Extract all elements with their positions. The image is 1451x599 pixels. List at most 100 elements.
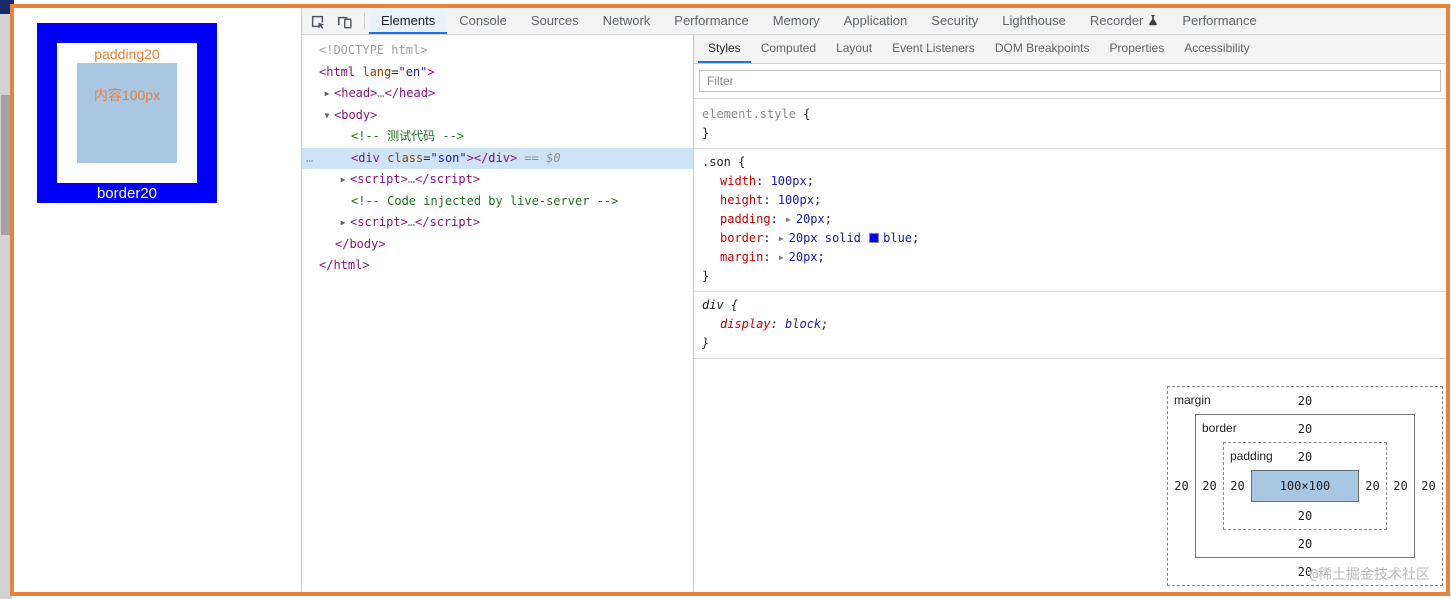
code-token: }: [702, 126, 710, 140]
box-model-diagram: margin 20 20 border 20 20 padding 20 20 …: [1167, 386, 1443, 586]
devtools-tab-application[interactable]: Application: [832, 8, 920, 34]
css-property-name[interactable]: border: [720, 231, 763, 245]
css-property[interactable]: padding: ▶ 20px;: [702, 210, 1438, 229]
styles-tab-computed[interactable]: Computed: [751, 35, 826, 63]
styles-tab-properties[interactable]: Properties: [1100, 35, 1175, 63]
dom-node[interactable]: <!-- Code injected by live-server -->: [302, 191, 693, 213]
padding-label: padding: [1230, 449, 1273, 463]
styles-tab-styles[interactable]: Styles: [698, 35, 751, 63]
dom-node[interactable]: ▶ <script>…</script>: [302, 212, 693, 234]
border-right-value[interactable]: 20: [1387, 442, 1414, 530]
devtools-toolbar: Elements Console Sources Network Performance…: [302, 8, 1446, 35]
code-token: {: [795, 107, 811, 121]
code-token: </body>: [335, 236, 386, 251]
dom-node[interactable]: <html lang="en">: [302, 62, 693, 84]
css-property-value[interactable]: 100px: [778, 193, 814, 207]
page-scrollbar-thumb[interactable]: [1, 95, 11, 235]
dom-node[interactable]: <!-- 测试代码 -->: [302, 126, 693, 148]
css-property-value[interactable]: block: [785, 317, 821, 331]
devtools-tab-recorder[interactable]: Recorder: [1078, 8, 1170, 34]
devtools-tab-performance[interactable]: Performance: [662, 8, 760, 34]
border-left-value[interactable]: 20: [1196, 442, 1223, 530]
css-property[interactable]: display: block;: [702, 315, 1438, 334]
tab-label: Computed: [760, 41, 817, 55]
css-property-name[interactable]: display: [720, 317, 771, 331]
css-property[interactable]: height: 100px;: [702, 191, 1438, 210]
css-property-value[interactable]: blue: [883, 231, 912, 245]
expand-arrow-icon[interactable]: ▶: [336, 169, 350, 191]
dom-node[interactable]: ▶ <script>…</script>: [302, 169, 693, 191]
padding-bottom-value[interactable]: 20: [1224, 502, 1386, 529]
devtools-tab-console[interactable]: Console: [447, 8, 519, 34]
dom-node[interactable]: <!DOCTYPE html>: [302, 40, 693, 62]
dom-node[interactable]: ▶ <head>…</head>: [302, 83, 693, 105]
box-model-content-region[interactable]: 100×100: [1251, 470, 1359, 502]
padding-left-value[interactable]: 20: [1224, 470, 1251, 502]
color-swatch[interactable]: [869, 233, 880, 243]
expand-shorthand-icon[interactable]: ▶: [779, 248, 784, 267]
border-bottom-value[interactable]: 20: [1196, 530, 1414, 557]
devtools-tab-sources[interactable]: Sources: [519, 8, 591, 34]
expand-arrow-icon[interactable]: ▶: [336, 212, 350, 234]
css-property[interactable]: width: 100px;: [702, 172, 1438, 191]
css-property-name[interactable]: padding: [720, 212, 771, 226]
code-token: >: [427, 64, 435, 79]
dom-node[interactable]: </body>: [302, 234, 693, 256]
code-token: <div: [351, 150, 380, 165]
css-selector[interactable]: .son: [702, 155, 731, 169]
code-token: </head>: [384, 86, 436, 100]
expand-shorthand-icon[interactable]: ▶: [786, 210, 791, 229]
css-property-name[interactable]: height: [720, 193, 763, 207]
padding-right-value[interactable]: 20: [1359, 470, 1386, 502]
devtools-tab-elements[interactable]: Elements: [369, 8, 448, 34]
devtools-tab-security[interactable]: Security: [919, 8, 990, 34]
inspect-element-icon[interactable]: [310, 14, 325, 29]
box-model-border-region[interactable]: border 20 20 padding 20 20 100×100 20 20…: [1195, 414, 1415, 558]
code-token: …: [407, 215, 416, 229]
margin-left-value[interactable]: 20: [1168, 414, 1195, 558]
code-token: }: [702, 269, 710, 283]
margin-right-value[interactable]: 20: [1415, 414, 1442, 558]
css-property-value[interactable]: 20px: [796, 212, 825, 226]
styles-tab-dom-breakpoints[interactable]: DOM Breakpoints: [985, 35, 1100, 63]
expand-shorthand-icon[interactable]: ▶: [779, 229, 784, 248]
css-property-value[interactable]: 20px: [789, 250, 818, 264]
devtools-panels: <!DOCTYPE html> <html lang="en"> ▶ <head>…<…: [302, 35, 1446, 592]
tab-label: Lighthouse: [1002, 12, 1066, 28]
code-token: </html>: [319, 258, 370, 272]
code-token: }: [702, 336, 710, 350]
tab-label: Properties: [1109, 41, 1165, 55]
box-model-margin-region[interactable]: margin 20 20 border 20 20 padding 20 20 …: [1167, 386, 1443, 586]
page-scrollbar-track[interactable]: [0, 14, 12, 599]
box-model-padding-region[interactable]: padding 20 20 100×100 20 20: [1223, 442, 1387, 530]
css-property-value[interactable]: 100px: [771, 174, 807, 188]
devtools-tab-lighthouse[interactable]: Lighthouse: [990, 8, 1078, 34]
styles-tab-event-listeners[interactable]: Event Listeners: [882, 35, 985, 63]
styles-filter-input[interactable]: [699, 70, 1441, 92]
styles-tab-layout[interactable]: Layout: [826, 35, 882, 63]
code-token: <script>: [350, 215, 408, 229]
tab-label: Event Listeners: [892, 41, 975, 55]
device-toolbar-icon[interactable]: [337, 14, 352, 29]
devtools-tab-network[interactable]: Network: [591, 8, 663, 34]
css-property[interactable]: margin: ▶ 20px;: [702, 248, 1438, 267]
code-token: :: [763, 250, 778, 264]
code-token: ;: [813, 193, 822, 207]
dom-node[interactable]: </html>: [302, 255, 693, 277]
styles-sidebar: Styles Computed Layout Event Listeners DOM B…: [693, 35, 1446, 592]
dom-node-selected[interactable]: … <div class="son"></div> == $0: [302, 147, 693, 169]
tab-label: Sources: [530, 12, 579, 28]
collapse-arrow-icon[interactable]: ▼: [320, 105, 334, 127]
devtools-tab-memory[interactable]: Memory: [761, 8, 832, 34]
css-selector[interactable]: div: [702, 298, 724, 312]
css-property[interactable]: border: ▶ 20px solid blue;: [702, 229, 1438, 248]
styles-tab-accessibility[interactable]: Accessibility: [1174, 35, 1259, 63]
devtools-tab-performance[interactable]: Performance: [1170, 8, 1268, 34]
css-selector[interactable]: element.style: [702, 107, 796, 121]
css-property-name[interactable]: width: [720, 174, 756, 188]
margin-label: margin: [1174, 393, 1211, 407]
css-property-name[interactable]: margin: [720, 250, 763, 264]
tab-label: Elements: [381, 12, 436, 28]
dom-node[interactable]: ▼ <body>: [302, 105, 693, 127]
expand-arrow-icon[interactable]: ▶: [320, 83, 334, 105]
